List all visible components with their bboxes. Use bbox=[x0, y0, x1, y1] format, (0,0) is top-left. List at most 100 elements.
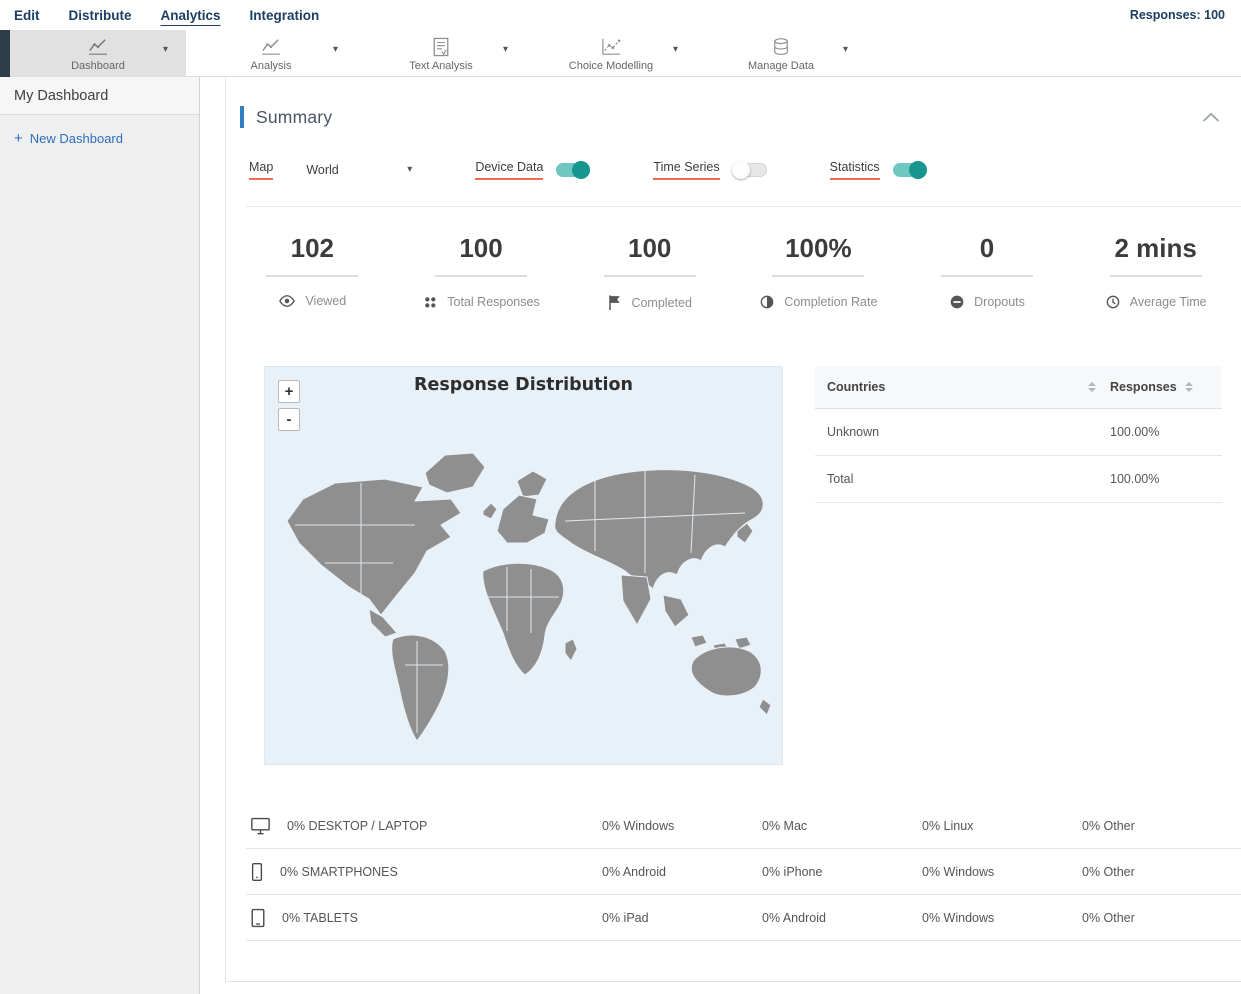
stat-underline bbox=[1109, 275, 1202, 277]
table-row: 0% DESKTOP / LAPTOP 0% Windows 0% Mac 0%… bbox=[246, 803, 1241, 849]
zoom-out-button[interactable]: - bbox=[278, 408, 300, 431]
chevron-down-icon[interactable]: ▾ bbox=[163, 45, 168, 55]
device-data-toggle[interactable] bbox=[556, 161, 591, 179]
stat-value: 102 bbox=[290, 233, 335, 263]
toggle-knob bbox=[572, 161, 591, 179]
toggle-knob bbox=[731, 161, 750, 179]
chevron-up-icon[interactable] bbox=[1202, 112, 1220, 122]
nav-items: Edit Distribute Analytics Integration bbox=[14, 8, 319, 23]
chevron-down-icon[interactable]: ▾ bbox=[503, 45, 508, 55]
stat-label-text: Completed bbox=[631, 295, 692, 310]
responses-column-header[interactable]: Responses bbox=[1110, 380, 1177, 394]
stat-total-responses: 100 Total Responses bbox=[397, 227, 566, 311]
summary-header: Summary bbox=[226, 77, 1241, 128]
device-stat-cell: 0% Windows bbox=[922, 864, 995, 879]
device-stat-cell: 0% Android bbox=[762, 910, 826, 925]
nav-analytics[interactable]: Analytics bbox=[161, 8, 221, 23]
chevron-down-icon[interactable]: ▾ bbox=[333, 45, 338, 55]
time-series-toggle[interactable] bbox=[731, 161, 767, 179]
minus-circle-icon bbox=[949, 294, 965, 310]
chevron-down-icon: ▾ bbox=[407, 164, 413, 175]
new-dashboard-button[interactable]: + New Dashboard bbox=[0, 115, 199, 146]
device-stat-cell: 0% Windows bbox=[922, 910, 995, 925]
nav-edit[interactable]: Edit bbox=[14, 8, 40, 23]
device-category-label: 0% DESKTOP / LAPTOP bbox=[287, 818, 428, 833]
statistics-label: Statistics bbox=[829, 160, 880, 180]
clock-icon bbox=[1105, 294, 1121, 310]
stat-value: 2 mins bbox=[1114, 233, 1197, 263]
main-content: Summary Map World ▾ Device Data Time Ser… bbox=[200, 77, 1241, 994]
responses-cell: 100.00% bbox=[1110, 472, 1160, 486]
stat-average-time: 2 mins Average Time bbox=[1071, 227, 1240, 311]
flag-icon bbox=[607, 294, 622, 311]
sort-icon[interactable] bbox=[1184, 382, 1193, 392]
dots-grid-icon bbox=[422, 294, 438, 310]
toolbar-label-analysis: Analysis bbox=[250, 59, 292, 72]
new-dashboard-label: New Dashboard bbox=[29, 131, 123, 146]
sidebar-item-my-dashboard[interactable]: My Dashboard bbox=[0, 77, 199, 115]
device-category-label: 0% TABLETS bbox=[282, 910, 358, 925]
map-label: Map bbox=[249, 160, 274, 180]
device-category-label: 0% SMARTPHONES bbox=[280, 864, 398, 879]
world-map[interactable] bbox=[265, 403, 784, 763]
toolbar-item-manage-data[interactable]: Manage Data ▾ bbox=[696, 30, 866, 76]
top-nav: Edit Distribute Analytics Integration Re… bbox=[0, 0, 1241, 30]
stat-completed: 100 Completed bbox=[565, 227, 734, 311]
device-stat-cell: 0% Windows bbox=[602, 818, 675, 833]
toolbar-item-analysis[interactable]: Analysis ▾ bbox=[186, 30, 356, 76]
document-icon bbox=[432, 37, 450, 57]
device-stat-cell: 0% Other bbox=[1082, 910, 1135, 925]
toolbar-item-choice-modelling[interactable]: Choice Modelling ▾ bbox=[526, 30, 696, 76]
time-series-control: Time Series bbox=[653, 160, 767, 180]
countries-column-header[interactable]: Countries bbox=[827, 380, 1088, 394]
toolbar-label-text-analysis: Text Analysis bbox=[409, 59, 473, 72]
device-stat-cell: 0% Linux bbox=[922, 818, 974, 833]
toolbar-item-dashboard[interactable]: Dashboard ▾ bbox=[10, 30, 186, 76]
stat-underline bbox=[772, 275, 865, 277]
stat-underline bbox=[603, 275, 696, 277]
zoom-in-button[interactable]: + bbox=[278, 380, 300, 403]
responses-cell: 100.00% bbox=[1110, 425, 1160, 439]
nav-integration[interactable]: Integration bbox=[250, 8, 320, 23]
stat-value: 0 bbox=[979, 233, 995, 263]
half-circle-icon bbox=[759, 294, 775, 310]
table-row: Unknown 100.00% bbox=[815, 409, 1222, 456]
map-title: Response Distribution bbox=[414, 375, 633, 395]
device-stat-cell: 0% Other bbox=[1082, 818, 1135, 833]
summary-card: Summary Map World ▾ Device Data Time Ser… bbox=[225, 77, 1241, 982]
countries-table: Countries Responses Unknown 100.00% Tota… bbox=[815, 366, 1222, 765]
table-row: 0% TABLETS 0% iPad 0% Android 0% Windows… bbox=[246, 895, 1241, 941]
accent-bar bbox=[240, 106, 244, 128]
chevron-down-icon[interactable]: ▾ bbox=[843, 45, 848, 55]
stat-value: 100 bbox=[627, 233, 672, 263]
stat-viewed: 102 Viewed bbox=[228, 227, 397, 311]
table-row: Total 100.00% bbox=[815, 456, 1222, 503]
map-select[interactable]: World ▾ bbox=[306, 163, 412, 177]
toolbar: Dashboard ▾ Analysis ▾ Text Analysis ▾ C… bbox=[0, 30, 1241, 77]
stat-underline bbox=[435, 275, 527, 277]
sidebar: My Dashboard + New Dashboard bbox=[0, 77, 200, 994]
stat-label-text: Completion Rate bbox=[784, 295, 878, 309]
countries-table-header: Countries Responses bbox=[815, 366, 1222, 409]
plus-icon: + bbox=[14, 130, 23, 147]
table-row: 0% SMARTPHONES 0% Android 0% iPhone 0% W… bbox=[246, 849, 1241, 895]
device-stat-cell: 0% Other bbox=[1082, 864, 1135, 879]
toggle-knob bbox=[908, 161, 927, 179]
divider bbox=[246, 206, 1241, 207]
statistics-control: Statistics bbox=[829, 160, 927, 180]
stats-row: 102 Viewed 100 Total Responses 100 Compl… bbox=[226, 227, 1241, 311]
statistics-toggle[interactable] bbox=[892, 161, 927, 179]
stat-value: 100 bbox=[459, 233, 503, 263]
nav-distribute[interactable]: Distribute bbox=[69, 8, 132, 23]
stat-dropouts: 0 Dropouts bbox=[903, 227, 1072, 311]
chevron-down-icon[interactable]: ▾ bbox=[673, 45, 678, 55]
map-control: Map World ▾ bbox=[249, 160, 412, 180]
sort-icon[interactable] bbox=[1088, 382, 1096, 392]
scatter-chart-icon bbox=[600, 37, 622, 57]
toolbar-item-text-analysis[interactable]: Text Analysis ▾ bbox=[356, 30, 526, 76]
map-row: Response Distribution + - Countries Resp… bbox=[264, 366, 1222, 765]
desktop-icon bbox=[250, 816, 271, 835]
summary-title: Summary bbox=[256, 106, 333, 127]
stat-label-text: Average Time bbox=[1129, 295, 1207, 309]
summary-controls: Map World ▾ Device Data Time Series Stat… bbox=[249, 160, 1241, 180]
